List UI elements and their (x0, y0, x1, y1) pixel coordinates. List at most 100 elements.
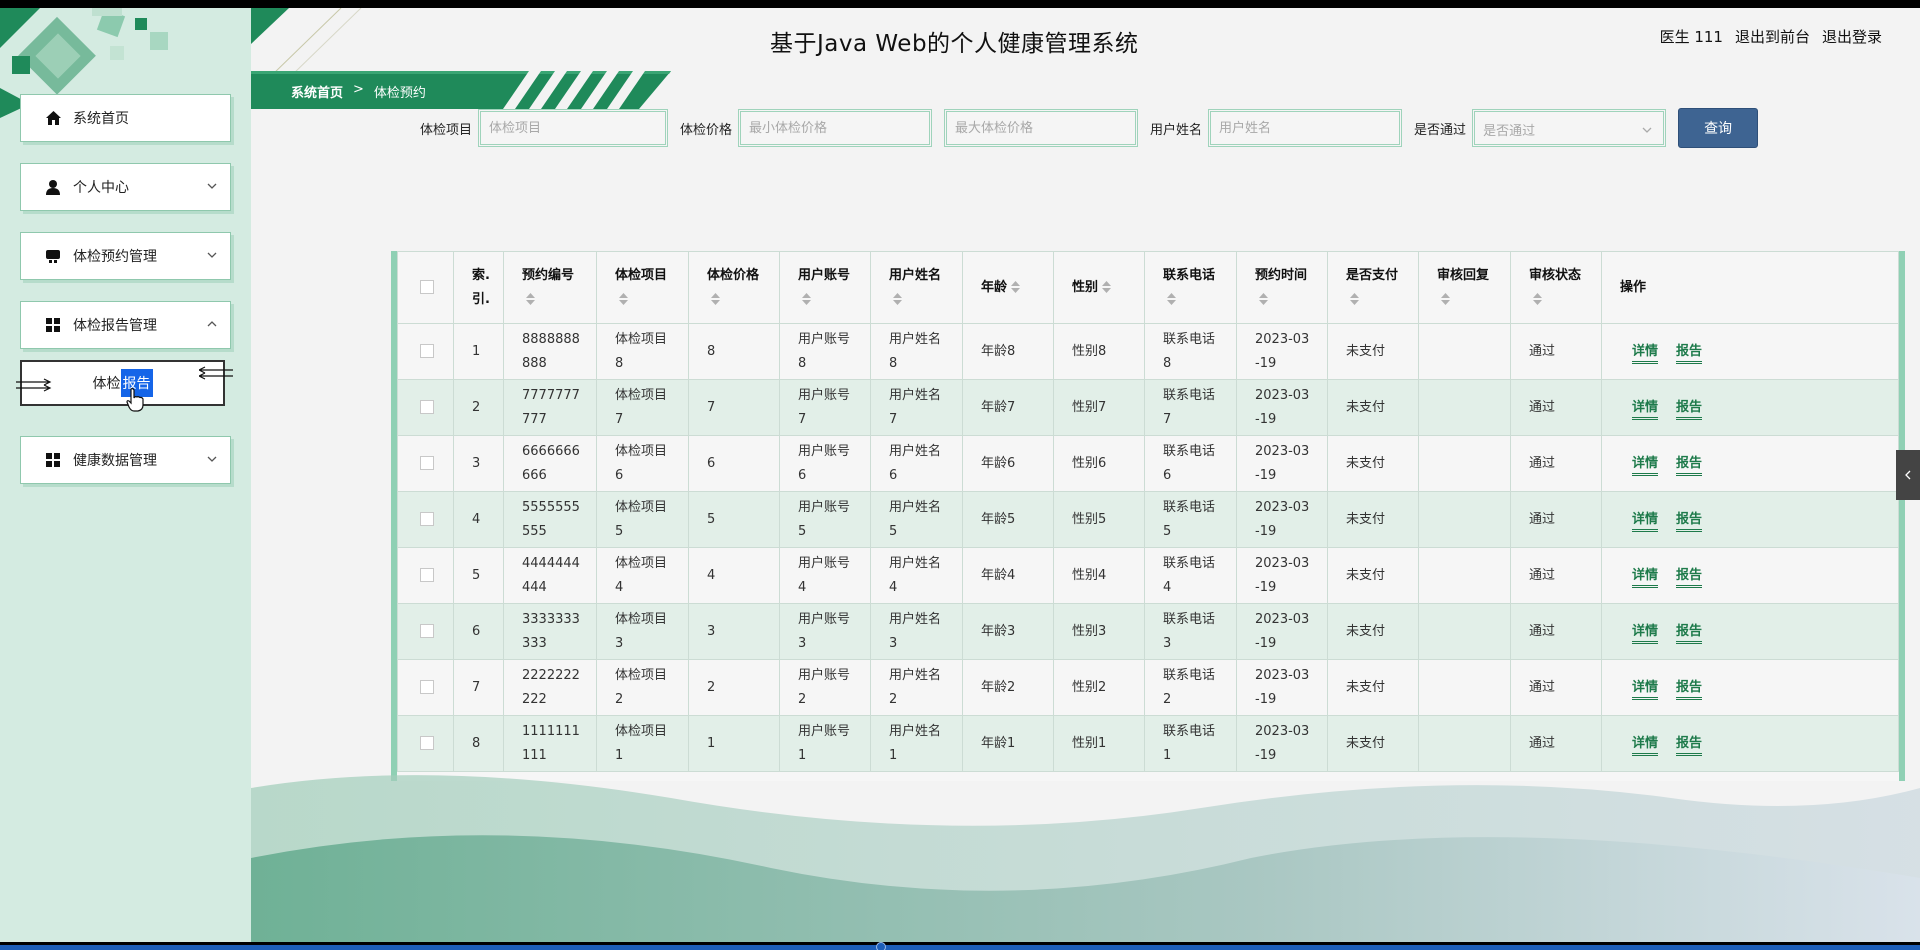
detail-link[interactable]: 详情 (1632, 511, 1659, 532)
report-link[interactable]: 报告 (1676, 679, 1703, 700)
report-link[interactable]: 报告 (1676, 343, 1703, 364)
detail-link[interactable]: 详情 (1632, 399, 1659, 420)
sort-icon[interactable] (711, 293, 720, 305)
sort-icon[interactable] (1167, 293, 1176, 305)
column-header[interactable]: 索.引. (453, 251, 504, 324)
sort-icon[interactable] (1533, 293, 1542, 305)
row-select-cell[interactable] (397, 659, 454, 716)
row-checkbox[interactable] (420, 400, 434, 414)
passed-select[interactable]: 是否通过 (1472, 109, 1667, 147)
row-checkbox[interactable] (420, 624, 434, 638)
table-row[interactable]: 8 1111111111 体检项目1 1 用户账号1 用户姓名1 年龄1 性别1 联系电话1 20… (397, 715, 1899, 772)
select-all-header[interactable] (397, 251, 454, 324)
home-icon (45, 110, 61, 126)
max-price-input[interactable] (944, 109, 1139, 147)
sort-icon[interactable] (1350, 293, 1359, 305)
min-price-input[interactable] (738, 109, 933, 147)
grid-icon (45, 317, 61, 333)
table-cell: 年龄7 (962, 379, 1054, 436)
logout-link[interactable]: 退出登录 (1822, 26, 1882, 47)
row-select-cell[interactable] (397, 435, 454, 492)
sidebar-item-personal-center[interactable]: 个人中心 (20, 163, 231, 211)
app-frame: 系统首页 个人中心 体检预约管理 体检报告管理 体检 报告 健康数据管理 基于J… (0, 8, 1920, 942)
table-cell: 用户姓名6 (870, 435, 963, 492)
table-cell: 体检项目8 (596, 323, 689, 380)
sidebar-item-report-management[interactable]: 体检报告管理 (20, 301, 231, 349)
exam-item-input[interactable] (478, 109, 669, 147)
column-header[interactable]: 体检项目 (596, 251, 689, 324)
table-cell: 联系电话2 (1144, 659, 1237, 716)
report-link[interactable]: 报告 (1676, 399, 1703, 420)
row-checkbox[interactable] (420, 456, 434, 470)
username-input[interactable] (1208, 109, 1403, 147)
table-row[interactable]: 3 6666666666 体检项目6 6 用户账号6 用户姓名6 年龄6 性别6 联系电话6 20… (397, 435, 1899, 492)
sort-icon[interactable] (1259, 293, 1268, 305)
detail-link[interactable]: 详情 (1632, 679, 1659, 700)
row-select-cell[interactable] (397, 603, 454, 660)
row-checkbox[interactable] (420, 568, 434, 582)
table-row[interactable]: 1 8888888888 体检项目8 8 用户账号8 用户姓名8 年龄8 性别8 联系电话8 20… (397, 323, 1899, 380)
report-link[interactable]: 报告 (1676, 735, 1703, 756)
sidebar-item-home[interactable]: 系统首页 (20, 94, 231, 142)
row-select-cell[interactable] (397, 323, 454, 380)
row-select-cell[interactable] (397, 547, 454, 604)
sort-icon[interactable] (619, 293, 628, 305)
breadcrumb-home[interactable]: 系统首页 (291, 82, 343, 101)
table-cell: 6 (453, 603, 504, 660)
sort-icon[interactable] (526, 293, 535, 305)
table-row[interactable]: 2 7777777777 体检项目7 7 用户账号7 用户姓名7 年龄7 性别7 联系电话7 20… (397, 379, 1899, 436)
progress-knob[interactable] (876, 942, 886, 950)
column-header[interactable]: 是否支付 (1327, 251, 1419, 324)
report-link[interactable]: 报告 (1676, 567, 1703, 588)
column-header[interactable]: 预约编号 (503, 251, 597, 324)
table-row[interactable]: 5 4444444444 体检项目4 4 用户账号4 用户姓名4 年龄4 性别4 联系电话4 20… (397, 547, 1899, 604)
column-header[interactable]: 用户账号 (779, 251, 871, 324)
column-header[interactable]: 预约时间 (1236, 251, 1328, 324)
sort-icon[interactable] (1441, 293, 1450, 305)
table-cell: 4444444444 (503, 547, 597, 604)
detail-link[interactable]: 详情 (1632, 567, 1659, 588)
row-checkbox[interactable] (420, 680, 434, 694)
detail-link[interactable]: 详情 (1632, 623, 1659, 644)
column-header[interactable]: 联系电话 (1144, 251, 1237, 324)
column-header[interactable]: 审核状态 (1510, 251, 1602, 324)
table-cell: 未支付 (1327, 435, 1419, 492)
query-button[interactable]: 查询 (1678, 108, 1759, 148)
row-checkbox[interactable] (420, 736, 434, 750)
row-checkbox[interactable] (420, 512, 434, 526)
sidebar-subitem-exam-report[interactable]: 体检 报告 (16, 360, 233, 412)
column-header[interactable]: 审核回复 (1418, 251, 1511, 324)
report-link[interactable]: 报告 (1676, 455, 1703, 476)
table-cell: 年龄4 (962, 547, 1054, 604)
detail-link[interactable]: 详情 (1632, 343, 1659, 364)
report-link[interactable]: 报告 (1676, 623, 1703, 644)
select-all-checkbox[interactable] (420, 280, 434, 294)
detail-link[interactable]: 详情 (1632, 455, 1659, 476)
video-progress-bar[interactable] (0, 942, 1920, 950)
table-cell: 8 (688, 323, 780, 380)
table-row[interactable]: 6 3333333333 体检项目3 3 用户账号3 用户姓名3 年龄3 性别3 联系电话3 20… (397, 603, 1899, 660)
row-select-cell[interactable] (397, 491, 454, 548)
detail-link[interactable]: 详情 (1632, 735, 1659, 756)
sort-icon[interactable] (1011, 281, 1021, 293)
table-row[interactable]: 4 5555555555 体检项目5 5 用户账号5 用户姓名5 年龄5 性别5 联系电话5 20… (397, 491, 1899, 548)
back-to-front-link[interactable]: 退出到前台 (1735, 26, 1810, 47)
report-link[interactable]: 报告 (1676, 511, 1703, 532)
side-panel-toggle[interactable] (1896, 450, 1920, 500)
table-row[interactable]: 7 2222222222 体检项目2 2 用户账号2 用户姓名2 年龄2 性别2 联系电话2 20… (397, 659, 1899, 716)
table-cell: 年龄8 (962, 323, 1054, 380)
column-header[interactable]: 年龄 (962, 251, 1054, 324)
column-header[interactable]: 用户姓名 (870, 251, 963, 324)
sidebar-item-appointment-management[interactable]: 体检预约管理 (20, 232, 231, 280)
sort-icon[interactable] (802, 293, 811, 305)
row-select-cell[interactable] (397, 379, 454, 436)
table-cell: 用户账号4 (779, 547, 871, 604)
row-checkbox[interactable] (420, 344, 434, 358)
column-header[interactable]: 体检价格 (688, 251, 780, 324)
sort-icon[interactable] (893, 293, 902, 305)
sort-icon[interactable] (1102, 281, 1112, 293)
sidebar-item-health-data-management[interactable]: 健康数据管理 (20, 436, 231, 484)
column-header[interactable]: 性别 (1053, 251, 1145, 324)
table-cell: 用户账号8 (779, 323, 871, 380)
row-select-cell[interactable] (397, 715, 454, 772)
